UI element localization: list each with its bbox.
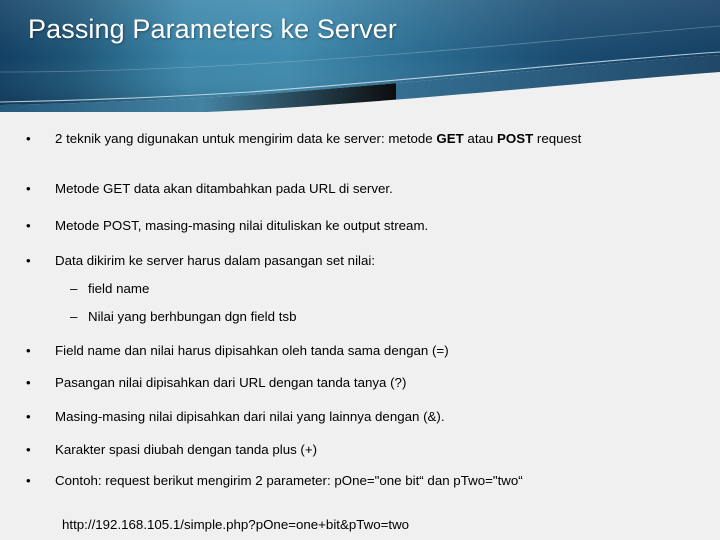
page-title: Passing Parameters ke Server bbox=[28, 14, 397, 44]
bullet-text: Pasangan nilai dipisahkan dari URL denga… bbox=[55, 374, 696, 391]
text-run: atau bbox=[463, 131, 498, 146]
text-run: Pasangan nilai dipisahkan dari URL denga… bbox=[55, 375, 407, 390]
bullet-item: • Metode GET data akan ditambahkan pada U… bbox=[0, 180, 720, 197]
bullet-marker-icon: • bbox=[26, 253, 31, 268]
text-run: Metode GET data akan ditambahkan pada UR… bbox=[55, 181, 393, 196]
bullet-text: Karakter spasi diubah dengan tanda plus … bbox=[55, 441, 696, 458]
text-run: http://192.168.105.1/simple.php?pOne=one… bbox=[62, 517, 410, 532]
bullet-marker-icon: • bbox=[26, 473, 31, 488]
slide-header-banner: Passing Parameters ke Server bbox=[0, 0, 720, 112]
bullet-item: • Metode POST, masing-masing nilai dituli… bbox=[0, 217, 720, 234]
bullet-text: Field name dan nilai harus dipisahkan ol… bbox=[55, 342, 696, 359]
emphasis-text: GET bbox=[436, 131, 464, 146]
bullet-marker-icon: • bbox=[26, 343, 31, 358]
bullet-marker-icon: • bbox=[26, 375, 31, 390]
slide: Passing Parameters ke Server • 2 teknik y… bbox=[0, 0, 720, 540]
text-run: Karakter spasi diubah dengan tanda plus … bbox=[55, 442, 318, 457]
bullet-marker-icon: • bbox=[26, 218, 31, 233]
text-run: Field name dan nilai harus dipisahkan ol… bbox=[55, 343, 449, 358]
bullet-text: http://192.168.105.1/simple.php?pOne=one… bbox=[62, 517, 409, 532]
bullet-text: 2 teknik yang digunakan untuk mengirim d… bbox=[55, 130, 696, 147]
bullet-item: • Contoh: request berikut mengirim 2 para… bbox=[0, 472, 720, 489]
text-run: Nilai yang berhbungan dgn field tsb bbox=[88, 309, 297, 324]
text-run: Contoh: request berikut mengirim 2 param… bbox=[55, 473, 523, 488]
bullet-text: Nilai yang berhbungan dgn field tsb bbox=[88, 309, 296, 324]
dash-marker-icon: – bbox=[70, 309, 78, 324]
bullet-marker-icon: • bbox=[26, 409, 31, 424]
slide-body: • 2 teknik yang digunakan untuk mengirim … bbox=[0, 112, 720, 540]
text-run: 2 teknik yang digunakan untuk mengirim d… bbox=[55, 131, 437, 146]
bullet-item: • Data dikirim ke server harus dalam pasa… bbox=[0, 252, 720, 269]
bullet-text: Data dikirim ke server harus dalam pasan… bbox=[55, 252, 696, 269]
bullet-text: Masing-masing nilai dipisahkan dari nila… bbox=[55, 408, 696, 425]
bullet-item: • 2 teknik yang digunakan untuk mengirim … bbox=[0, 130, 720, 147]
dash-marker-icon: – bbox=[70, 281, 78, 296]
text-run: request bbox=[533, 131, 582, 146]
sub-bullet-item: – Nilai yang berhbungan dgn field tsb bbox=[0, 308, 720, 325]
text-run: Metode POST, masing-masing nilai ditulis… bbox=[55, 218, 429, 233]
example-url-line: http://192.168.105.1/simple.php?pOne=one… bbox=[0, 516, 720, 533]
text-run: Data dikirim ke server harus dalam pasan… bbox=[55, 253, 376, 268]
bullet-text: Metode GET data akan ditambahkan pada UR… bbox=[55, 180, 696, 197]
text-run: field name bbox=[88, 281, 150, 296]
bullet-marker-icon: • bbox=[26, 131, 31, 146]
bullet-item: • Masing-masing nilai dipisahkan dari nil… bbox=[0, 408, 720, 425]
bullet-item: • Karakter spasi diubah dengan tanda plus… bbox=[0, 441, 720, 458]
bullet-text: field name bbox=[88, 281, 149, 296]
bullet-item: • Field name dan nilai harus dipisahkan o… bbox=[0, 342, 720, 359]
bullet-text: Contoh: request berikut mengirim 2 param… bbox=[55, 472, 696, 489]
bullet-marker-icon: • bbox=[26, 181, 31, 196]
sub-bullet-item: – field name bbox=[0, 280, 720, 297]
text-run: Masing-masing nilai dipisahkan dari nila… bbox=[55, 409, 445, 424]
bullet-marker-icon: • bbox=[26, 442, 31, 457]
emphasis-text: POST bbox=[497, 131, 534, 146]
bullet-item: • Pasangan nilai dipisahkan dari URL deng… bbox=[0, 374, 720, 391]
bullet-text: Metode POST, masing-masing nilai ditulis… bbox=[55, 217, 696, 234]
